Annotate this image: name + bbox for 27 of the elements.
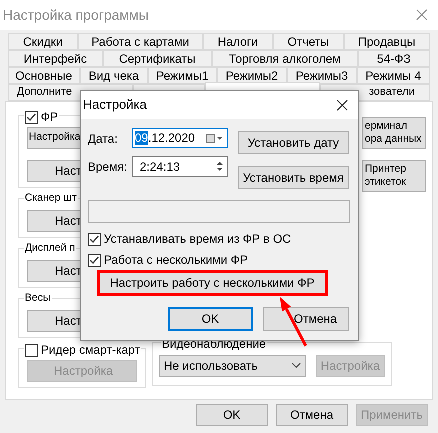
window-title: Настройка программы xyxy=(3,6,149,25)
tab-label: Сертификаты xyxy=(119,52,196,64)
group-label: Сканер шт xyxy=(25,191,77,206)
group-label: Весы xyxy=(25,291,51,306)
tab-label: зователи xyxy=(369,87,415,98)
group-label: Дисплей п xyxy=(25,241,76,256)
tab-label: Работа с картами xyxy=(92,36,190,48)
tab-label: Налоги xyxy=(218,36,258,48)
time-label: Время: xyxy=(88,159,124,176)
tab-label: 54-ФЗ xyxy=(377,52,411,64)
tab-label: Дополните xyxy=(17,87,72,98)
tab-label: Вид чека xyxy=(88,70,140,82)
tab-label: Режимы1 xyxy=(156,70,209,82)
tab-label: Продавцы xyxy=(358,36,416,48)
tab-label: Режимы 4 xyxy=(366,70,422,82)
tab-label: Интерфейс xyxy=(24,52,88,64)
date-label: Дата: xyxy=(88,131,119,148)
tab-label: Отчеты xyxy=(288,36,330,48)
tab-label: Режимы2 xyxy=(226,70,278,82)
tab-label: Торговля алкоголем xyxy=(229,52,341,64)
tab-label: Основные xyxy=(16,70,72,82)
checkbox-label: Устанавливать время из ФР в ОС xyxy=(104,231,292,248)
checkbox-label: Работа с несколькими ФР xyxy=(104,252,248,269)
tab-label: Режимы3 xyxy=(296,70,348,82)
group-label: Ридер смарт-карт xyxy=(41,342,140,359)
tab-label: Скидки xyxy=(23,36,63,48)
group-label: ФР xyxy=(41,109,58,126)
